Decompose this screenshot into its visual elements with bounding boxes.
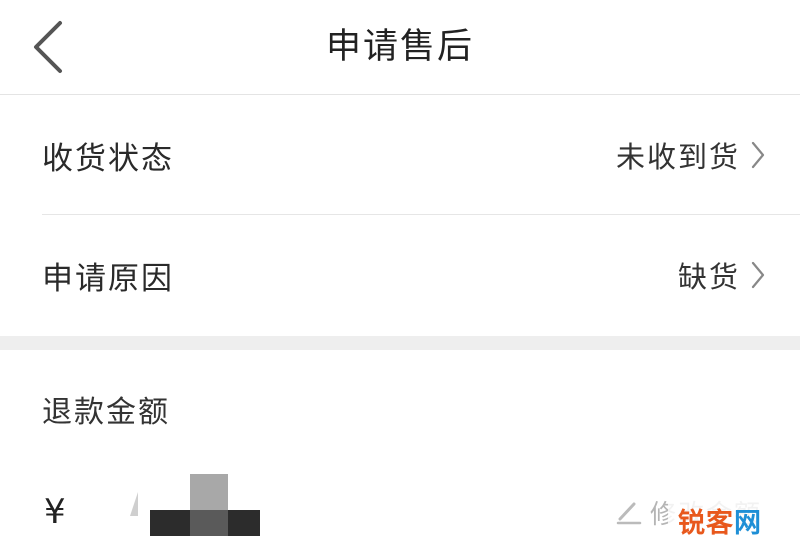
apply-reason-label: 申请原因 bbox=[42, 260, 174, 297]
receipt-status-label: 收货状态 bbox=[42, 140, 174, 177]
row-divider bbox=[42, 214, 800, 215]
receipt-status-selector[interactable]: 未收到货 bbox=[616, 134, 766, 176]
receipt-status-row[interactable]: 收货状态 未收到货 bbox=[0, 96, 800, 214]
watermark-text-orange: 锐客 bbox=[678, 507, 734, 539]
receipt-status-value: 未收到货 bbox=[615, 140, 740, 174]
site-watermark: 锐客网 bbox=[668, 498, 772, 542]
pencil-icon bbox=[616, 502, 642, 525]
apply-reason-row[interactable]: 申请原因 缺货 bbox=[0, 216, 800, 334]
refund-amount-title: 退款金额 bbox=[42, 395, 170, 430]
obscured-amount bbox=[130, 474, 260, 536]
after-sales-screen: 申请售后 收货状态 未收到货 申请原因 缺货 退款金额 ¥ 锐客 网 bbox=[0, 0, 800, 550]
currency-symbol: ¥ bbox=[44, 492, 66, 532]
watermark-text-blue: 网 bbox=[734, 507, 762, 539]
section-gap bbox=[0, 336, 800, 350]
chevron-right-icon bbox=[751, 261, 765, 289]
nav-header: 申请售后 bbox=[0, 0, 800, 95]
apply-reason-value: 缺货 bbox=[677, 260, 740, 294]
page-title: 申请售后 bbox=[325, 27, 474, 67]
chevron-right-icon bbox=[751, 141, 765, 169]
apply-reason-selector[interactable]: 缺货 bbox=[678, 254, 766, 296]
